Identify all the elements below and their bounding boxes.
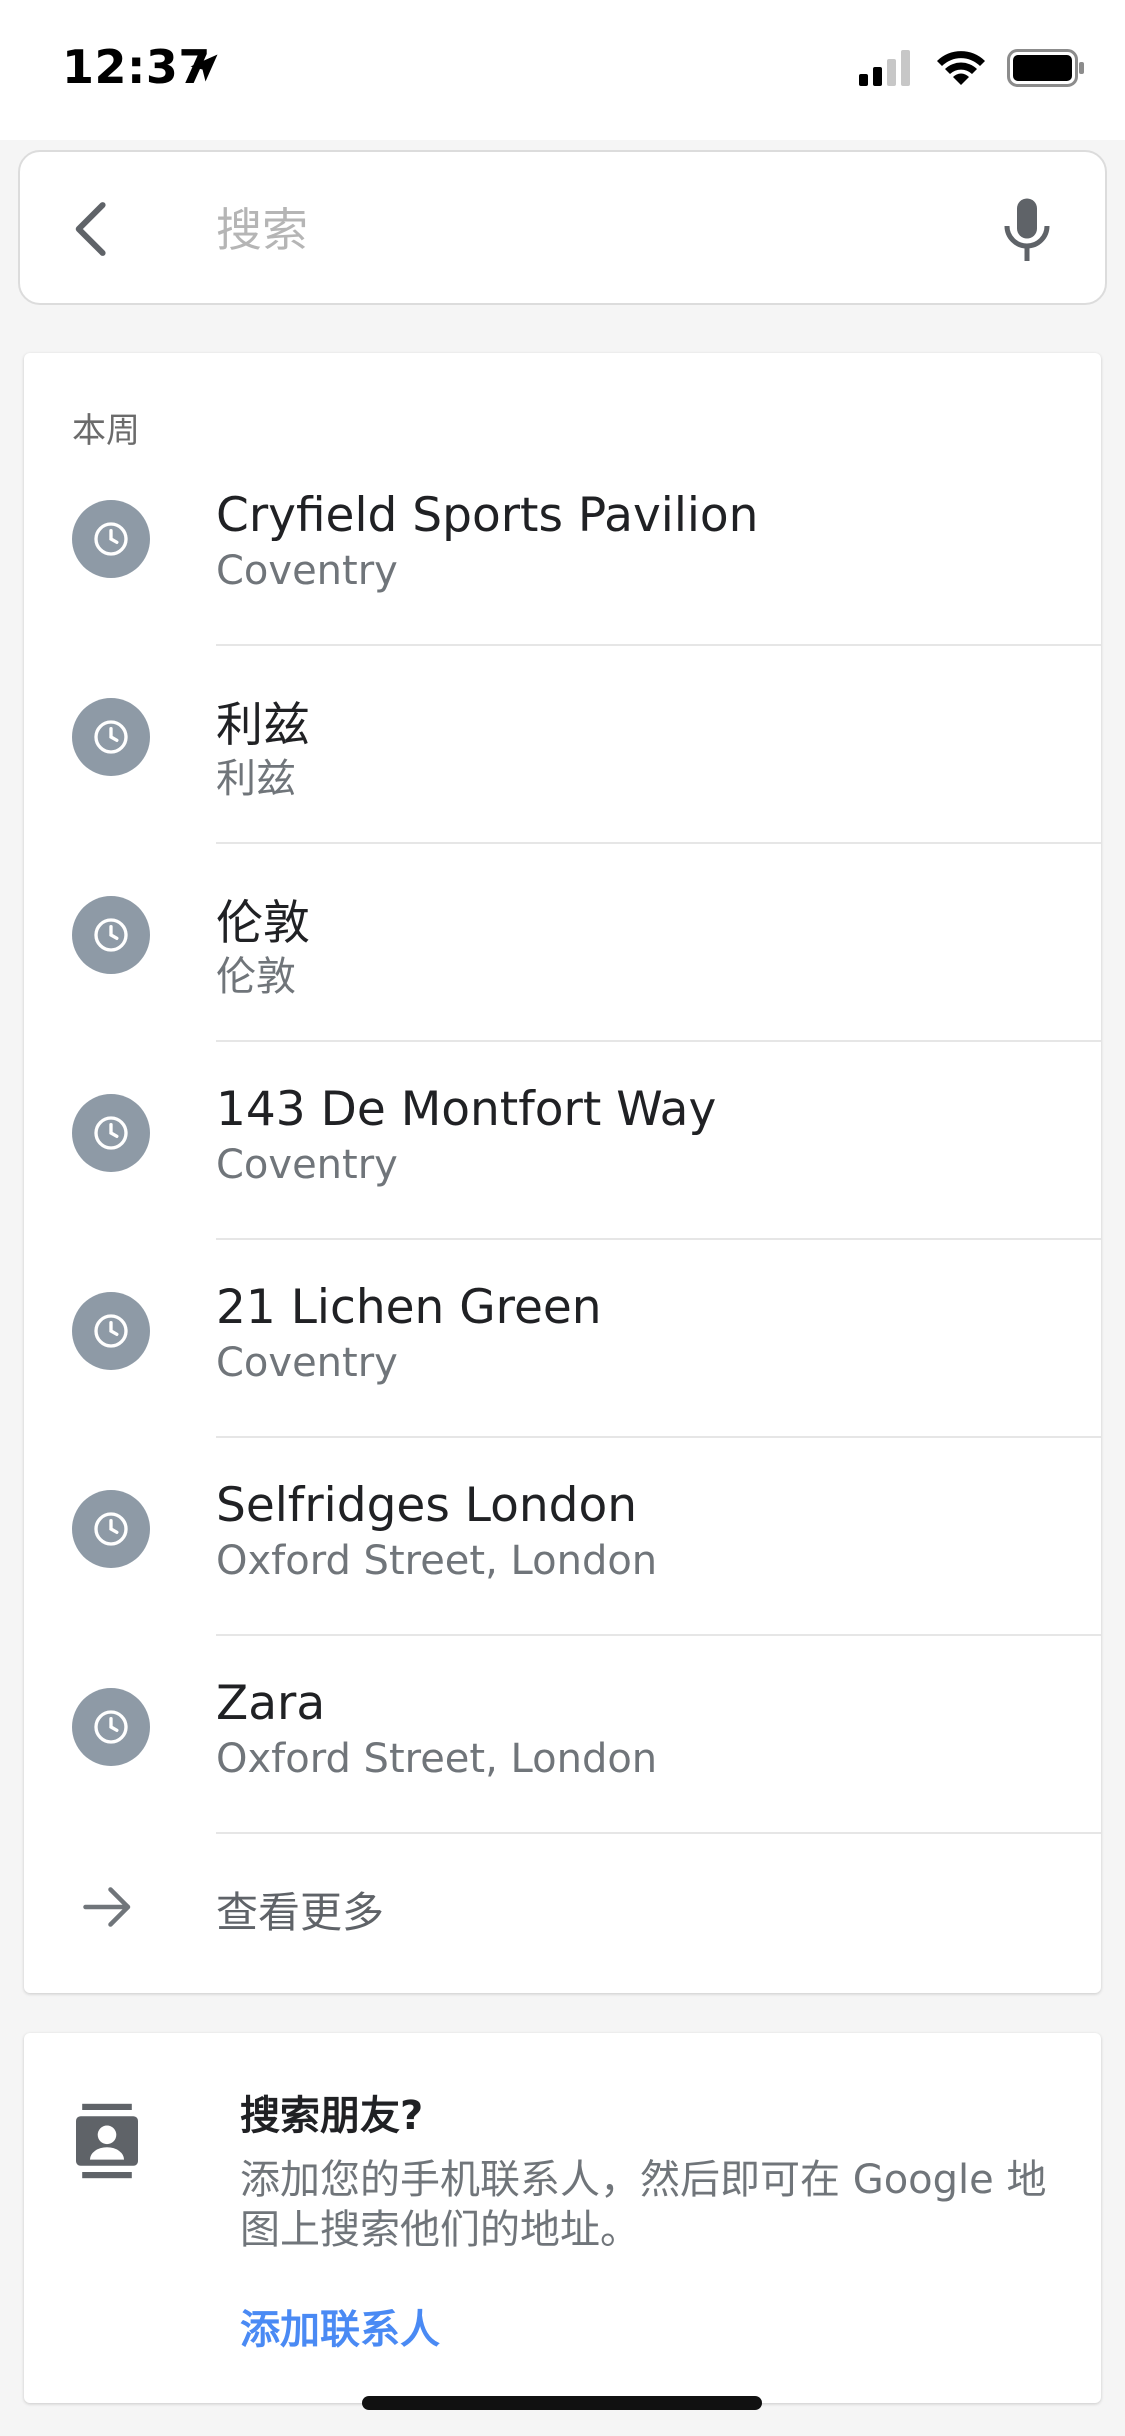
place-subtitle: Coventry — [216, 548, 398, 594]
place-subtitle: Coventry — [216, 1340, 398, 1386]
list-item[interactable]: Selfridges London Oxford Street, London — [24, 1438, 1101, 1636]
add-contacts-link[interactable]: 添加联系人 — [240, 2297, 440, 2355]
clock-icon — [72, 1292, 150, 1370]
list-item[interactable]: 伦敦 伦敦 — [24, 844, 1101, 1042]
arrow-right-icon — [83, 1887, 131, 1927]
place-subtitle: Coventry — [216, 1142, 398, 1188]
wifi-icon — [937, 51, 985, 85]
see-more-button[interactable]: 查看更多 — [24, 1835, 1101, 1985]
place-subtitle: Oxford Street, London — [216, 1736, 658, 1782]
contacts-icon — [76, 2103, 138, 2179]
place-title: 143 De Montfort Way — [216, 1082, 717, 1137]
clock-icon — [72, 1688, 150, 1766]
status-icons — [859, 48, 1085, 88]
place-title: 21 Lichen Green — [216, 1280, 602, 1335]
signal-icon — [859, 50, 910, 86]
place-title: 利兹 — [216, 698, 310, 753]
divider — [216, 1832, 1101, 1834]
back-arrow-icon[interactable] — [60, 197, 124, 261]
clock-icon — [72, 896, 150, 974]
place-subtitle: Oxford Street, London — [216, 1538, 658, 1584]
microphone-icon[interactable] — [997, 196, 1057, 266]
place-title: Selfridges London — [216, 1478, 638, 1533]
friends-title: 搜索朋友? — [240, 2093, 424, 2139]
place-subtitle: 伦敦 — [216, 954, 296, 1000]
section-title: 本周 — [72, 411, 140, 451]
list-item[interactable]: 利兹 利兹 — [24, 646, 1101, 844]
place-subtitle: 利兹 — [216, 756, 296, 802]
friends-description: 添加您的手机联系人，然后即可在 Google 地图上搜索他们的地址。 — [240, 2157, 1047, 2253]
clock-icon — [72, 1490, 150, 1568]
see-more-label: 查看更多 — [216, 1888, 385, 1937]
place-title: Zara — [216, 1676, 326, 1731]
find-friends-card: 搜索朋友? 添加您的手机联系人，然后即可在 Google 地图上搜索他们的地址。… — [24, 2033, 1101, 2403]
home-indicator — [362, 2396, 762, 2410]
recent-places-card: 本周 Cryfield Sports Pavilion Coventry 利兹 … — [24, 353, 1101, 1993]
clock-icon — [72, 500, 150, 578]
clock-icon — [72, 1094, 150, 1172]
list-item[interactable]: 21 Lichen Green Coventry — [24, 1240, 1101, 1438]
list-item[interactable]: Cryfield Sports Pavilion Coventry — [24, 448, 1101, 646]
list-item[interactable]: 143 De Montfort Way Coventry — [24, 1042, 1101, 1240]
status-bar: 12:37 — [0, 0, 1125, 140]
search-input[interactable] — [216, 192, 996, 268]
battery-icon — [1007, 49, 1084, 87]
location-arrow-icon — [190, 54, 218, 82]
list-item[interactable]: Zara Oxford Street, London — [24, 1636, 1101, 1834]
place-title: 伦敦 — [216, 896, 310, 951]
place-title: Cryfield Sports Pavilion — [216, 488, 759, 543]
clock-icon — [72, 698, 150, 776]
search-bar — [18, 150, 1107, 305]
